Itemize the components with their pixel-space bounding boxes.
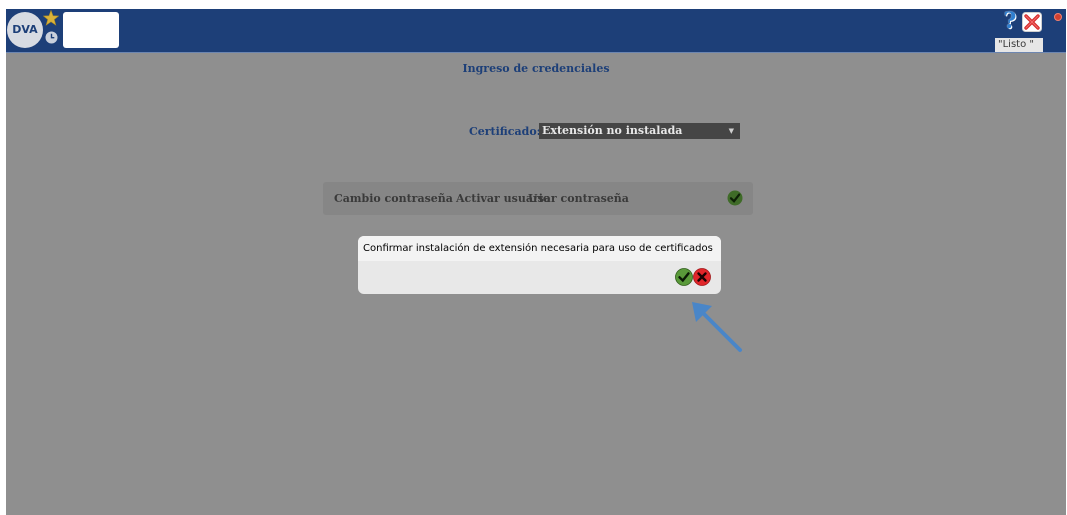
user-field[interactable] <box>63 12 119 48</box>
help-icon[interactable]: ? <box>999 10 1021 32</box>
chevron-down-icon: ▼ <box>728 126 734 135</box>
star-icon[interactable] <box>43 10 59 26</box>
certificate-select[interactable]: Extensión no instalada ▼ <box>539 123 740 139</box>
cancel-icon[interactable] <box>693 268 711 286</box>
arrow-annotation-icon <box>692 302 742 352</box>
app-frame: DVA ? "Listo " Ingreso de credenciales C… <box>6 9 1066 515</box>
clock-icon[interactable] <box>45 31 58 44</box>
options-bar: Cambio contraseña Activar usuario Usar c… <box>323 182 753 215</box>
alert-icon[interactable] <box>1054 13 1062 21</box>
certificate-label: Certificado: <box>469 125 541 138</box>
check-icon[interactable] <box>675 268 693 286</box>
confirm-dialog: Confirmar instalación de extensión neces… <box>358 236 721 294</box>
use-password-link[interactable]: Usar contraseña <box>528 192 629 205</box>
certificate-select-value: Extensión no instalada <box>542 124 683 137</box>
status-indicator: "Listo " <box>995 38 1043 52</box>
top-bar: DVA ? "Listo " <box>6 9 1066 53</box>
page-title: Ingreso de credenciales <box>462 62 610 75</box>
change-password-link[interactable]: Cambio contraseña <box>334 192 453 205</box>
dva-logo[interactable]: DVA <box>7 12 43 48</box>
dialog-message: Confirmar instalación de extensión neces… <box>363 243 713 254</box>
close-icon[interactable] <box>1022 12 1042 32</box>
check-icon[interactable] <box>727 190 743 206</box>
